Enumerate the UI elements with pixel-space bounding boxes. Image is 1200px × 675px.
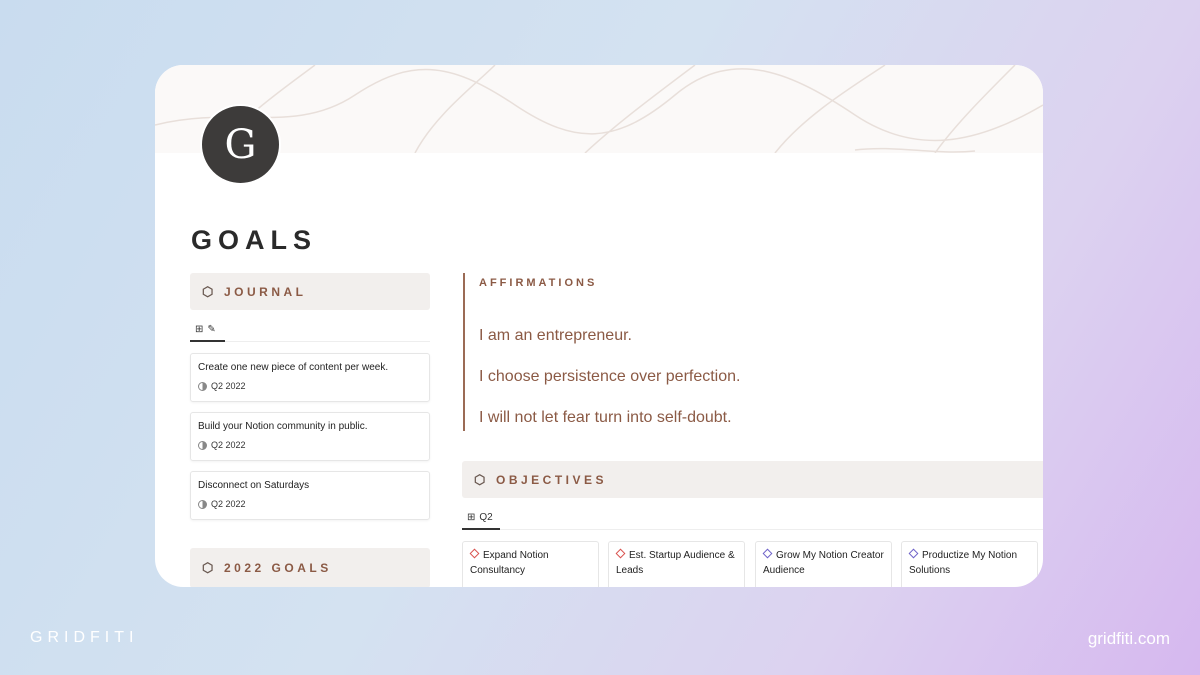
objective-card[interactable]: Grow My Notion Creator Audience bbox=[755, 541, 892, 587]
card-title: Grow My Notion Creator Audience bbox=[763, 550, 884, 576]
objectives-label: OBJECTIVES bbox=[496, 472, 608, 487]
affirmation: I choose persistence over perfection. bbox=[479, 368, 741, 385]
affirmation: I will not let fear turn into self-doubt… bbox=[479, 409, 732, 426]
card-date: Q2 2022 bbox=[211, 381, 246, 391]
objective-card[interactable]: Expand Notion Consultancy bbox=[462, 541, 599, 587]
hexagon-icon: ⬡ bbox=[474, 471, 486, 487]
goals-2022-header[interactable]: ⬡ 2022 GOALS bbox=[190, 548, 430, 587]
card-title: Expand Notion Consultancy bbox=[470, 550, 549, 576]
diamond-icon bbox=[615, 548, 626, 559]
avatar: G bbox=[200, 104, 281, 185]
journal-card[interactable]: Build your Notion community in public. Q2… bbox=[190, 412, 430, 461]
objective-card[interactable]: Productize My Notion Solutions bbox=[901, 541, 1038, 587]
card-title: Disconnect on Saturdays bbox=[198, 480, 310, 491]
journal-header-label: JOURNAL bbox=[224, 284, 307, 299]
card-title: Productize My Notion Solutions bbox=[909, 550, 1018, 576]
journal-card[interactable]: Disconnect on Saturdays Q2 2022 bbox=[190, 471, 430, 520]
half-circle-icon bbox=[198, 381, 207, 391]
brand-url: gridfiti.com bbox=[1087, 629, 1170, 648]
pencil-icon: ✎ bbox=[207, 323, 216, 335]
affirmation: I am an entrepreneur. bbox=[479, 327, 632, 344]
tab-label: Q2 bbox=[479, 511, 493, 523]
journal-header[interactable]: ⬡ JOURNAL bbox=[190, 273, 430, 310]
half-circle-icon bbox=[198, 499, 207, 509]
diamond-icon bbox=[469, 548, 480, 559]
notion-page: G GOALS ⬡ JOURNAL ⊞ ✎ Create one new piece… bbox=[155, 65, 1043, 587]
goals-2022-label: 2022 GOALS bbox=[224, 561, 332, 575]
affirmations-callout: AFFIRMATIONS I am an entrepreneur. I cho… bbox=[463, 273, 740, 431]
page-title: GOALS bbox=[191, 225, 318, 255]
card-date: Q2 2022 bbox=[211, 499, 246, 509]
journal-tabs: ⊞ ✎ bbox=[190, 318, 430, 342]
tab-q2[interactable]: ⊞ Q2 bbox=[462, 506, 500, 530]
brand-logo: GRIDFITI bbox=[30, 629, 139, 646]
half-circle-icon bbox=[198, 440, 207, 450]
diamond-icon bbox=[908, 548, 919, 559]
grid-icon: ⊞ bbox=[195, 323, 204, 335]
card-title: Create one new piece of content per week… bbox=[198, 362, 389, 373]
card-date: Q2 2022 bbox=[211, 440, 246, 450]
objectives-header[interactable]: ⬡ OBJECTIVES bbox=[462, 461, 1043, 498]
journal-card[interactable]: Create one new piece of content per week… bbox=[190, 353, 430, 402]
card-title: Est. Startup Audience & Leads bbox=[616, 550, 735, 576]
hexagon-icon: ⬡ bbox=[202, 560, 214, 575]
hexagon-icon: ⬡ bbox=[202, 283, 214, 299]
grid-icon: ⊞ bbox=[467, 511, 476, 523]
objective-card[interactable]: Est. Startup Audience & Leads bbox=[608, 541, 745, 587]
cover-image bbox=[155, 65, 1043, 154]
affirmations-label: AFFIRMATIONS bbox=[479, 277, 598, 289]
diamond-icon bbox=[762, 548, 773, 559]
tab-gallery[interactable]: ⊞ ✎ bbox=[190, 318, 225, 342]
card-title: Build your Notion community in public. bbox=[198, 421, 368, 432]
objectives-tabs: ⊞ Q2 bbox=[462, 506, 1043, 530]
